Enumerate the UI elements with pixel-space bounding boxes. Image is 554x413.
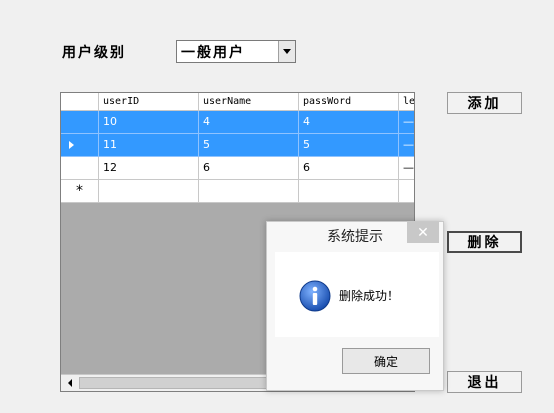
user-level-select[interactable]: 一般用户 (176, 40, 296, 63)
column-header-password[interactable]: passWord (299, 93, 399, 111)
cell-username[interactable]: 6 (199, 157, 299, 180)
delete-button[interactable]: 删除 (447, 231, 522, 253)
new-cell-userid[interactable] (99, 180, 199, 203)
new-row-asterisk-icon: * (76, 183, 83, 199)
dialog-body: 删除成功！ (275, 252, 439, 337)
cell-password[interactable]: 6 (299, 157, 399, 180)
user-level-value: 一般用户 (181, 44, 245, 61)
scroll-left-button[interactable] (61, 375, 78, 391)
new-cell-username[interactable] (199, 180, 299, 203)
cell-userid[interactable]: 11 (99, 134, 199, 157)
column-header-userid[interactable]: userID (99, 93, 199, 111)
new-cell-password[interactable] (299, 180, 399, 203)
new-row[interactable]: * (61, 180, 414, 203)
cell-level[interactable]: — (399, 157, 414, 180)
new-row-header[interactable]: * (61, 180, 99, 203)
dialog-close-button[interactable]: ✕ (407, 222, 439, 243)
cell-password[interactable]: 5 (299, 134, 399, 157)
cell-password[interactable]: 4 (299, 111, 399, 134)
row-header[interactable] (61, 157, 99, 180)
cell-level[interactable]: — (399, 134, 414, 157)
column-header-level[interactable]: le (399, 93, 414, 111)
row-header[interactable] (61, 111, 99, 134)
table-row[interactable]: 11 5 5 — (61, 134, 414, 157)
info-icon (299, 280, 331, 312)
corner-header[interactable] (61, 93, 99, 111)
new-cell-level[interactable] (399, 180, 414, 203)
table-row[interactable]: 12 6 6 — (61, 157, 414, 180)
column-header-username[interactable]: userName (199, 93, 299, 111)
dialog-message: 删除成功！ (339, 289, 400, 303)
chevron-left-icon (67, 379, 72, 387)
dropdown-button[interactable] (278, 41, 295, 62)
dialog-ok-button[interactable]: 确定 (342, 348, 430, 374)
user-level-label: 用户级别 (62, 45, 126, 61)
close-icon: ✕ (417, 224, 429, 241)
exit-button[interactable]: 退出 (447, 371, 522, 393)
chevron-down-icon (283, 49, 291, 54)
cell-userid[interactable]: 10 (99, 111, 199, 134)
message-dialog: 系统提示 ✕ 删除成功！ 确定 (266, 221, 444, 391)
cell-username[interactable]: 5 (199, 134, 299, 157)
cell-username[interactable]: 4 (199, 111, 299, 134)
cell-level[interactable]: — (399, 111, 414, 134)
table-row[interactable]: 10 4 4 — (61, 111, 414, 134)
row-header[interactable] (61, 134, 99, 157)
current-row-arrow-icon (69, 141, 74, 149)
cell-userid[interactable]: 12 (99, 157, 199, 180)
add-button[interactable]: 添加 (447, 92, 522, 114)
